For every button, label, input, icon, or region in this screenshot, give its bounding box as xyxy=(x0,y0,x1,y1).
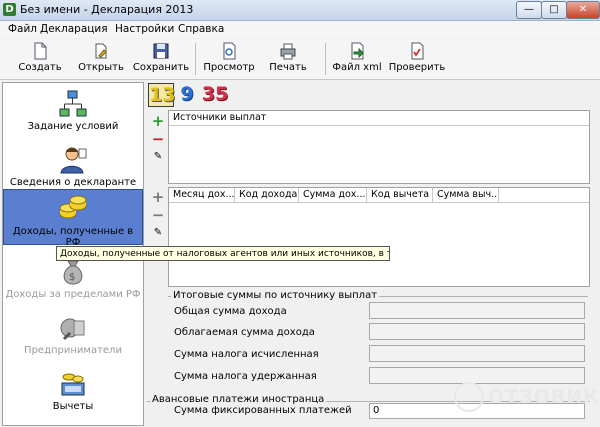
page-9-button[interactable]: 9 xyxy=(180,83,194,105)
preview-icon xyxy=(223,42,236,60)
save-button[interactable]: Сохранить xyxy=(132,41,190,77)
column-header-deduction-sum[interactable]: Сумма выч... xyxy=(433,188,499,202)
print-button[interactable]: Печать xyxy=(266,41,310,77)
minimize-icon: — xyxy=(524,4,534,15)
column-header-month[interactable]: Месяц дох... xyxy=(169,188,235,202)
check-button[interactable]: Проверить xyxy=(388,41,446,77)
column-header-deduction-code[interactable]: Код вычета xyxy=(367,188,433,202)
plus-icon: + xyxy=(151,188,165,206)
nav-item-deductions[interactable]: Вычеты xyxy=(3,365,143,421)
menu-help[interactable]: Справка xyxy=(178,23,224,35)
floppy-disk-icon xyxy=(153,43,169,59)
tax-withheld-field[interactable] xyxy=(369,367,585,384)
total-income-label: Общая сумма дохода xyxy=(174,306,287,317)
nav-item-conditions[interactable]: Задание условий xyxy=(3,85,143,141)
minus-icon: − xyxy=(151,130,165,148)
taxable-income-label: Облагаемая сумма дохода xyxy=(174,327,315,338)
xml-export-icon xyxy=(351,42,364,60)
nav-item-income-abroad[interactable]: $ Доходы за пределами РФ xyxy=(3,253,143,309)
nav-item-entrepreneurs[interactable]: Предприниматели xyxy=(3,309,143,365)
menu-file[interactable]: Файл xyxy=(8,23,37,35)
create-button[interactable]: Создать xyxy=(14,41,66,77)
svg-text:$: $ xyxy=(69,272,75,283)
flowchart-icon xyxy=(59,90,87,117)
income-grid[interactable]: Месяц дох... Код дохода Сумма дох... Код… xyxy=(168,187,590,287)
maximize-button[interactable]: □ xyxy=(541,1,567,19)
edit-icon: ✎ xyxy=(153,151,163,162)
open-document-icon xyxy=(95,43,107,59)
tax-calculated-field[interactable] xyxy=(369,345,585,362)
person-icon xyxy=(60,147,87,174)
minus-icon: − xyxy=(151,206,165,224)
sources-grid[interactable]: Источники выплат xyxy=(168,110,590,184)
app-icon: D xyxy=(3,3,16,16)
column-header-income-code[interactable]: Код дохода xyxy=(235,188,299,202)
window-title: Без имени - Декларация 2013 xyxy=(20,3,194,16)
open-button[interactable]: Открыть xyxy=(76,41,126,77)
add-source-button[interactable]: + xyxy=(151,112,165,130)
coins-icon xyxy=(59,195,87,219)
new-document-icon xyxy=(34,42,47,60)
delete-source-button[interactable]: − xyxy=(151,130,165,148)
fixed-payments-label: Сумма фиксированных платежей xyxy=(174,405,352,416)
delete-income-button[interactable]: − xyxy=(151,206,165,224)
check-document-icon xyxy=(411,42,424,60)
nav-item-income-rf[interactable]: Доходы, полученные в РФ xyxy=(3,189,143,248)
edit-income-button[interactable]: ✎ xyxy=(151,226,165,240)
tools-icon xyxy=(60,318,85,341)
tooltip: Доходы, полученные от налоговых агентов … xyxy=(56,246,390,261)
watermark-text: ОТЗОВИК xyxy=(488,386,600,408)
page-13-button[interactable]: 13 xyxy=(148,83,175,107)
edit-icon: ✎ xyxy=(153,227,163,238)
money-bag-icon: $ xyxy=(63,260,83,285)
xml-file-button[interactable]: Файл xml xyxy=(332,41,382,77)
close-button[interactable]: ✕ xyxy=(566,1,600,19)
column-header-income-sum[interactable]: Сумма дох... xyxy=(299,188,367,202)
menu-declaration[interactable]: Декларация xyxy=(40,23,108,35)
add-income-button[interactable]: + xyxy=(151,188,165,206)
preview-button[interactable]: Просмотр xyxy=(200,41,258,77)
totals-group-title: Итоговые суммы по источнику выплат xyxy=(171,290,380,301)
sources-grid-header: Источники выплат xyxy=(169,111,589,126)
taxable-income-field[interactable] xyxy=(369,323,585,340)
close-icon: ✕ xyxy=(578,4,588,15)
printer-icon xyxy=(280,43,296,60)
tax-withheld-label: Сумма налога удержанная xyxy=(174,371,317,382)
maximize-icon: □ xyxy=(549,4,559,15)
toolbar-separator xyxy=(325,43,326,75)
page-35-button[interactable]: 35 xyxy=(201,83,229,105)
right-border xyxy=(591,108,599,426)
menu-settings[interactable]: Настройки xyxy=(115,23,174,35)
minimize-button[interactable]: — xyxy=(516,1,542,19)
column-header-sources[interactable]: Источники выплат xyxy=(169,111,589,125)
total-income-field[interactable] xyxy=(369,302,585,319)
edit-source-button[interactable]: ✎ xyxy=(151,150,165,164)
plus-icon: + xyxy=(151,112,165,130)
watermark-logo-icon xyxy=(454,382,484,412)
deductions-icon xyxy=(61,373,85,396)
tax-calculated-label: Сумма налога исчисленная xyxy=(174,349,319,360)
advance-payments-title: Авансовые платежи иностранца xyxy=(150,394,327,405)
toolbar-separator xyxy=(195,43,196,75)
income-grid-header: Месяц дох... Код дохода Сумма дох... Код… xyxy=(169,188,589,203)
